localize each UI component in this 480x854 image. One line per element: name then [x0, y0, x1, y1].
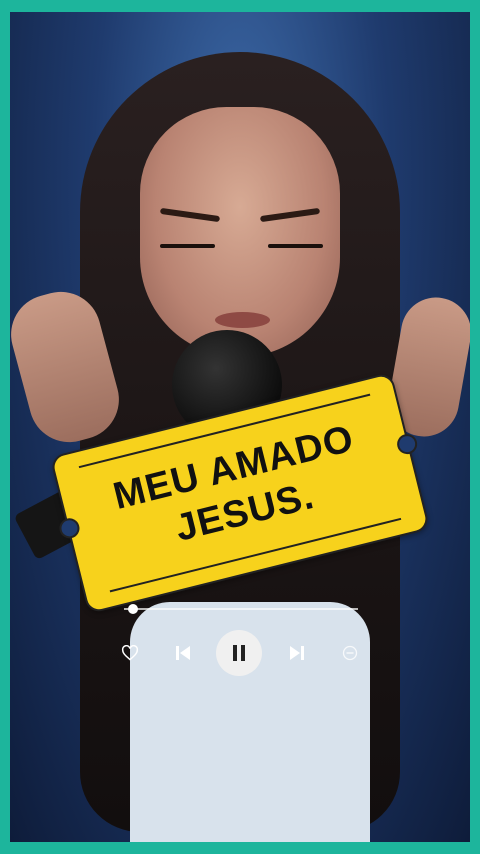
previous-icon[interactable] [172, 640, 194, 666]
heart-icon[interactable] [120, 640, 140, 666]
pause-icon [233, 645, 245, 661]
right-eye [268, 244, 323, 248]
next-icon[interactable] [286, 640, 308, 666]
pause-button[interactable] [216, 630, 262, 676]
minus-circle-icon[interactable] [340, 640, 360, 666]
left-eye [160, 244, 215, 248]
progress-bar[interactable] [124, 604, 358, 614]
lips-shape [215, 312, 270, 328]
teal-frame: MEU AMADO JESUS. [0, 0, 480, 854]
